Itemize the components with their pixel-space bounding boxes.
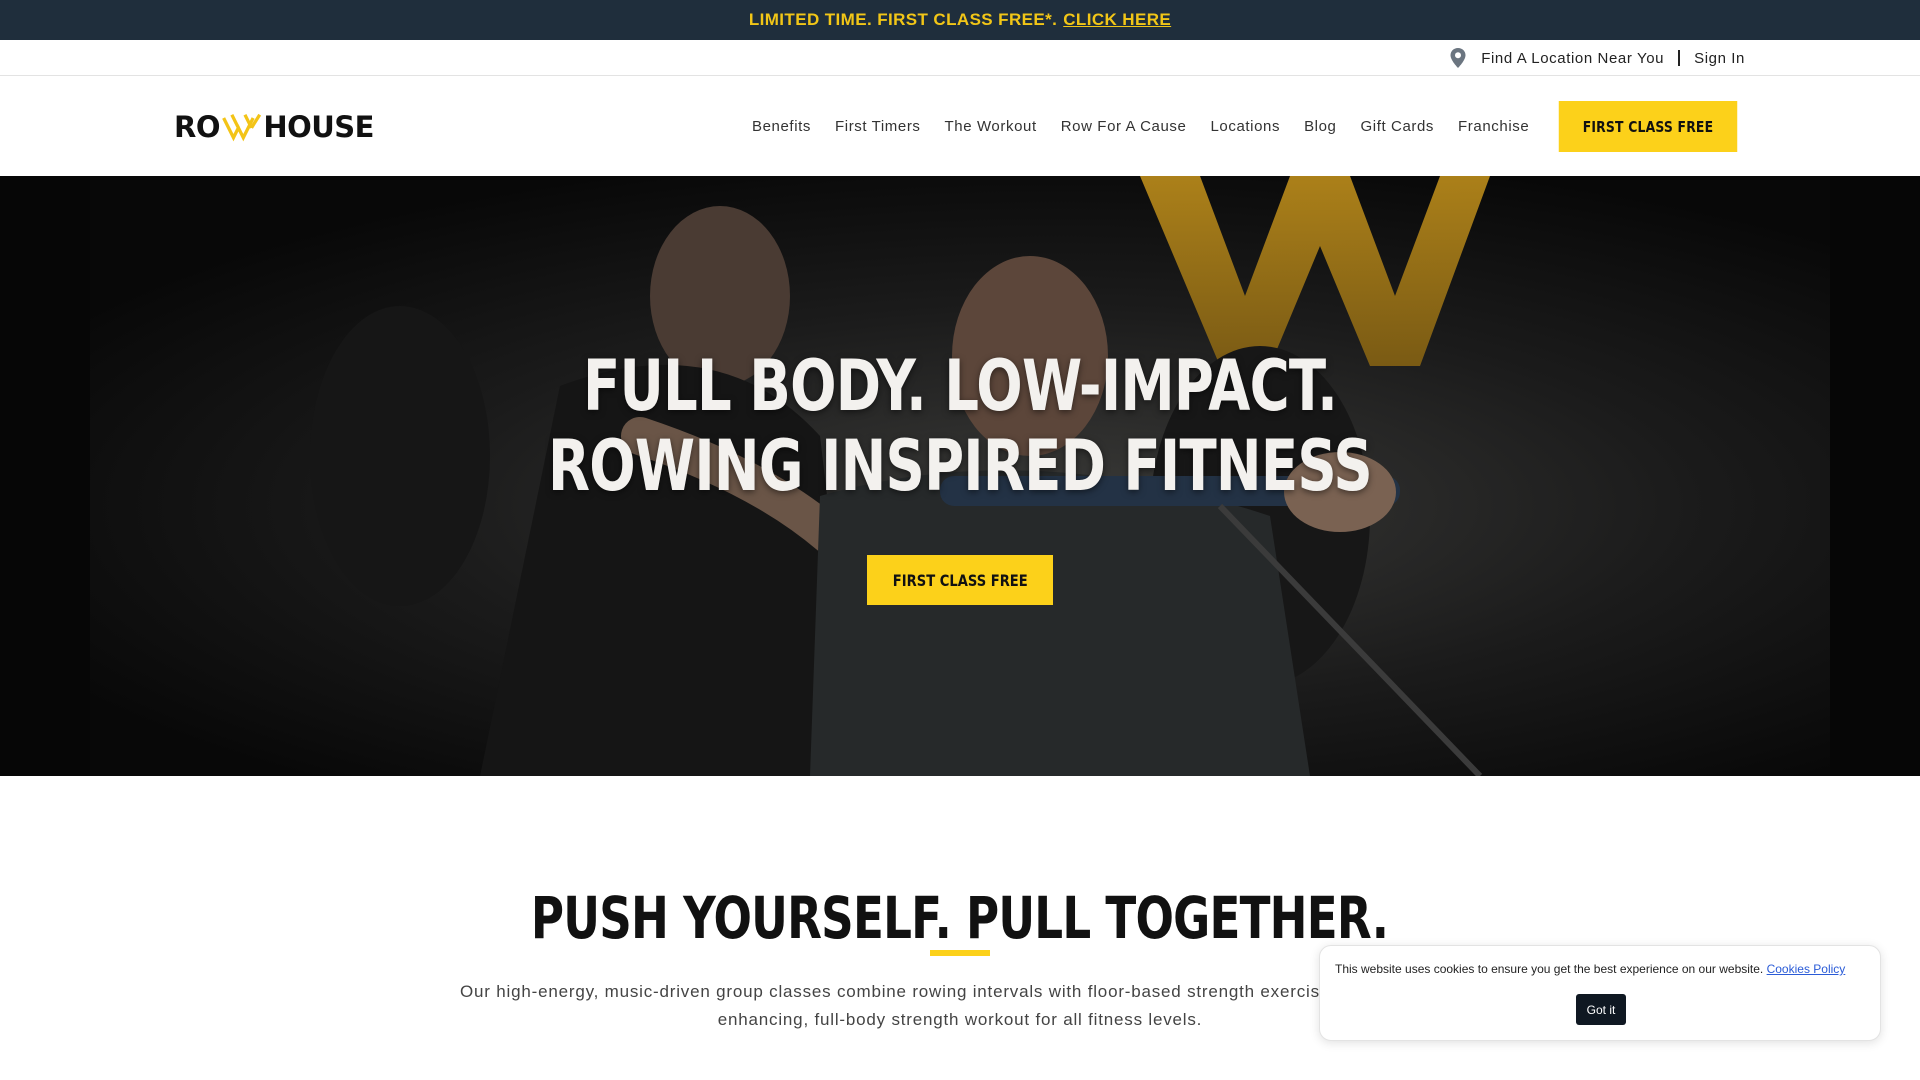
hero-title: FULL BODY. LOW-IMPACT. ROWING INSPIRED F… (0, 346, 1920, 506)
promo-text: LIMITED TIME. FIRST CLASS FREE*. (748, 10, 1058, 29)
find-location-link[interactable]: Find A Location Near You (1481, 50, 1664, 67)
hero-title-line-2: ROWING INSPIRED FITNESS (548, 425, 1373, 507)
site-header: RO HOUSE Benefits First Timers The Worko… (0, 77, 1920, 176)
map-pin-icon[interactable] (1449, 47, 1467, 69)
nav-item-row-for-a-cause[interactable]: Row For A Cause (1061, 118, 1187, 135)
row-house-logo[interactable]: RO HOUSE (174, 107, 374, 147)
hero-banner: FULL BODY. LOW-IMPACT. ROWING INSPIRED F… (0, 176, 1920, 776)
section-title-text: PUSH YOURSELF. PULL TOGETHER. (531, 884, 1389, 952)
cookie-text: This website uses cookies to ensure you … (1335, 962, 1764, 976)
sign-in-link[interactable]: Sign In (1694, 50, 1745, 67)
cookies-policy-link[interactable]: Cookies Policy (1767, 962, 1846, 976)
utility-divider (1678, 50, 1681, 66)
cookie-message: This website uses cookies to ensure you … (1335, 962, 1845, 976)
utility-bar: Find A Location Near You Sign In (0, 40, 1920, 76)
logo-w-mark-icon (222, 113, 262, 142)
nav-item-blog[interactable]: Blog (1304, 118, 1336, 135)
section-title: PUSH YOURSELF. PULL TOGETHER. (0, 884, 1920, 952)
hero-cta-label: FIRST CLASS FREE (892, 570, 1028, 590)
main-nav: Benefits First Timers The Workout Row Fo… (752, 77, 1529, 176)
nav-item-locations[interactable]: Locations (1210, 118, 1280, 135)
hero-first-class-free-button[interactable]: FIRST CLASS FREE (867, 555, 1053, 605)
nav-item-franchise[interactable]: Franchise (1458, 118, 1529, 135)
cookie-got-it-button[interactable]: Got it (1576, 994, 1626, 1025)
nav-item-the-workout[interactable]: The Workout (945, 118, 1037, 135)
nav-item-benefits[interactable]: Benefits (752, 118, 811, 135)
promo-click-here-link[interactable]: CLICK HERE (1063, 10, 1171, 30)
header-first-class-free-button[interactable]: FIRST CLASS FREE (1558, 101, 1738, 152)
nav-item-first-timers[interactable]: First Timers (835, 118, 921, 135)
hero-title-line-1: FULL BODY. LOW-IMPACT. (582, 345, 1338, 427)
logo-text-right: HOUSE (263, 110, 374, 144)
promo-bar: LIMITED TIME. FIRST CLASS FREE*. CLICK H… (0, 0, 1920, 40)
logo-text-left: RO (174, 110, 220, 144)
cookie-banner: This website uses cookies to ensure you … (1319, 945, 1881, 1041)
nav-item-gift-cards[interactable]: Gift Cards (1361, 118, 1435, 135)
section-title-underline (930, 950, 990, 956)
